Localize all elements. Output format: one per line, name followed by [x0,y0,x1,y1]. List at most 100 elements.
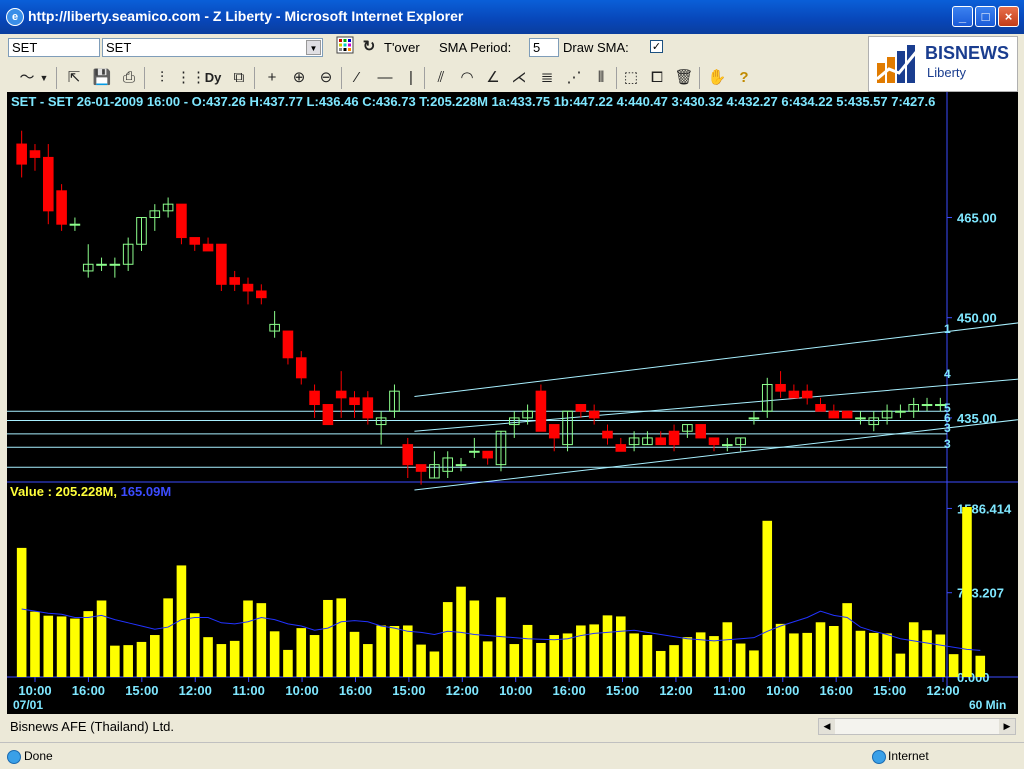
volume-bar [96,600,107,677]
candle-body [335,390,347,399]
fan-icon[interactable]: ∠ [482,67,504,89]
x-tick-label: 15:00 [392,683,425,698]
candle-body [828,410,840,419]
hand-icon[interactable]: ✋ [706,67,728,89]
x-tick-label: 16:00 [820,683,853,698]
sma-period-input[interactable]: 5 [529,38,559,57]
volume-bar [895,653,906,677]
cycle-icon[interactable]: ⦀ [590,67,612,89]
toolbar-separator [341,67,342,89]
volume-bar [30,611,40,677]
dropdown-arrow-icon[interactable]: ▼ [38,67,50,89]
indicator-icon[interactable]: ⫶ [151,67,173,89]
candle-body [242,283,254,292]
color-grid-icon[interactable] [334,36,356,58]
zoom-in-icon[interactable]: ⊕ [288,67,310,89]
volume-bar [70,618,80,677]
horizontal-scrollbar[interactable]: ◀ ▶ [818,718,1016,735]
candle-body [535,390,547,432]
volume-bar [216,644,227,677]
candle-body [588,410,600,419]
x-tick-label: 11:00 [232,683,265,698]
draw-sma-checkbox[interactable]: ✓ [650,40,663,53]
volume-bar [655,650,666,677]
fibo-retracement-icon[interactable]: ≣ [536,67,558,89]
bisnews-logo: BISNEWS Liberty [868,36,1018,92]
line-chart-icon[interactable]: 〜 [16,67,38,89]
toolbar-separator [56,67,57,89]
volume-bar [749,650,759,677]
save-icon[interactable]: 💾 [91,67,113,89]
candle-body [935,404,946,407]
x-tick-label: 16:00 [339,683,372,698]
volume-bar [576,625,586,677]
symbol-input[interactable]: SET [8,38,100,57]
toolbar-separator [616,67,617,89]
window-titlebar: e http://liberty.seamico.com - Z Liberty… [0,0,1024,34]
candle-body [189,237,201,245]
x-tick-label: 15:00 [606,683,639,698]
chevron-down-icon[interactable]: ▼ [306,40,321,55]
candle-body [42,156,54,212]
hline-icon[interactable]: — [374,67,396,89]
interval-label: 60 Min [969,698,1006,712]
symbol-toolbar: SET SET ▼ ↻ T'over SMA Period: 5 Draw SM… [6,34,864,62]
right-edge-label: 3 [944,437,951,451]
volume-bar [189,613,200,677]
drawing-toolbar: 〜 ▼ ⇱ 💾 ⎙ ⫶ ⋮⋮ Dy ⧉ + ⊕ ⊖ ⁄ — | ⫽ ◠ ∠ ⋌ … [6,64,864,92]
dy-icon[interactable]: Dy [202,67,224,89]
trendline-icon[interactable]: ⁄ [346,67,368,89]
fan2-icon[interactable]: ⋌ [508,67,530,89]
close-button[interactable]: × [998,6,1019,27]
select-icon[interactable]: ⬚ [620,67,642,89]
volume-bar [136,641,147,677]
candle-body [895,410,906,413]
chart-canvas[interactable]: 465.00450.00435.001586.414793.2070.00014… [7,92,1018,714]
volume-bar [269,631,280,677]
volume-bar [110,645,120,677]
minimize-button[interactable]: _ [952,6,973,27]
maximize-button[interactable]: □ [975,6,996,27]
crosshair-icon[interactable]: + [261,67,283,89]
volume-bar [509,644,520,677]
volume-bar [802,632,812,677]
symbol-select[interactable]: SET ▼ [102,38,323,57]
help-icon[interactable]: ? [733,67,755,89]
channel-icon[interactable]: ⫽ [430,67,452,89]
copy-icon[interactable]: ⧠ [646,67,668,89]
candle-body [455,464,467,467]
candle-body [855,417,866,420]
fibo-fan-icon[interactable]: ⋰ [563,67,585,89]
scroll-right-icon[interactable]: ▶ [999,719,1015,734]
candle-body [775,383,786,392]
volume-bar [163,598,173,677]
candle-body [96,263,107,266]
vline-icon[interactable]: | [400,67,422,89]
right-edge-label: 1 [944,322,951,336]
logo-sub: Liberty [927,65,967,80]
volume-bar [336,598,346,677]
volume-bar [908,622,919,677]
arc-icon[interactable]: ◠ [456,67,478,89]
scroll-left-icon[interactable]: ◀ [819,719,835,734]
popout-icon[interactable]: ⧉ [228,67,250,89]
chart-panel[interactable]: 465.00 450.00 435.00 1586.414 793.207 0.000 1 4… [7,92,1018,714]
candle-body [362,397,374,419]
bars-icon[interactable]: ⋮⋮ [176,67,206,89]
date-label: 07/01 [13,698,43,712]
volume-bar [536,642,546,677]
refresh-icon[interactable]: ↻ [358,36,380,58]
toolbar-separator [424,67,425,89]
volume-bar [669,645,679,677]
zoom-out-icon[interactable]: ⊖ [315,67,337,89]
volume-bar [602,615,613,677]
volume-bar [229,640,240,677]
volume-bar [123,645,133,677]
export-icon[interactable]: ⇱ [63,67,85,89]
candle-body [349,397,360,406]
volume-bar [416,644,426,677]
value-sma-text: 165.09M [120,484,172,499]
x-tick-label: 10:00 [285,683,318,698]
delete-icon[interactable]: 🗑 [673,67,695,89]
print-icon[interactable]: ⎙ [118,67,140,89]
